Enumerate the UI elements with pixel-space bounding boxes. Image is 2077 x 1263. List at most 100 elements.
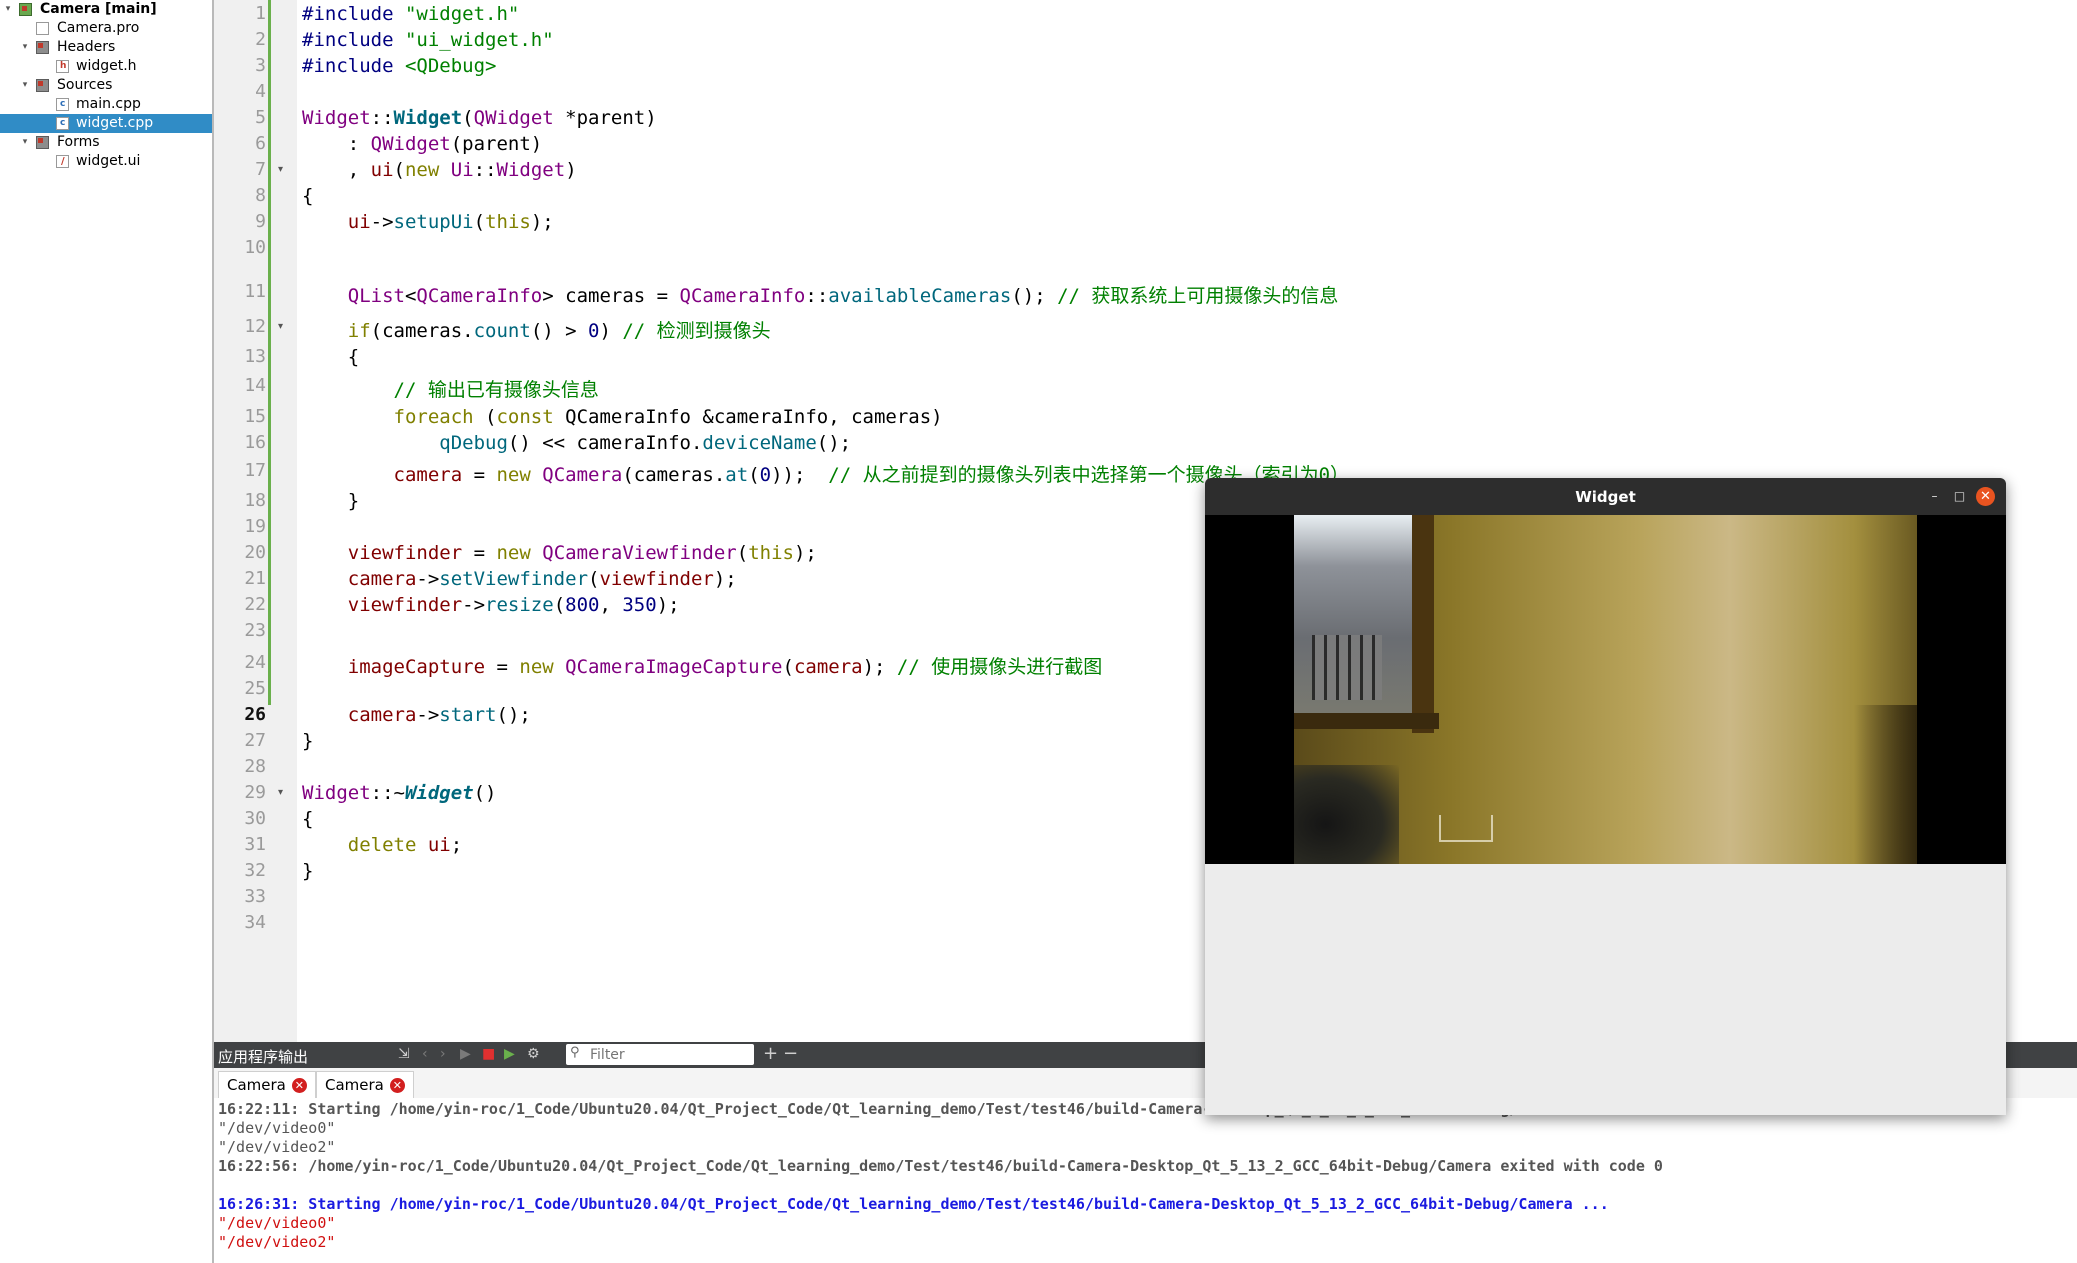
code-line: camera = new QCamera(cameras.at(0)); // … <box>302 460 1350 487</box>
filter-input[interactable] <box>588 1045 752 1065</box>
code-token: // 使用摄像头进行截图 <box>896 656 1103 678</box>
stop-icon[interactable]: ■ <box>482 1046 495 1062</box>
prev-icon[interactable]: ‹ <box>422 1046 428 1062</box>
line-number: 7 <box>255 159 266 180</box>
code-token: setViewfinder <box>439 568 589 590</box>
tree-item-sources[interactable]: ▾ Sources <box>0 76 212 95</box>
fold-marker-icon[interactable]: ▾ <box>278 787 283 798</box>
code-token: new <box>519 656 554 678</box>
tree-item-widget-ui[interactable]: widget.ui <box>0 152 212 171</box>
expand-arrow-icon[interactable]: ▾ <box>3 0 13 19</box>
line-number: 28 <box>244 756 266 777</box>
window-title: Widget <box>1575 488 1636 506</box>
close-tab-icon[interactable]: ✕ <box>389 1078 405 1093</box>
tree-item-camera-pro[interactable]: Camera.pro <box>0 19 212 38</box>
tree-item-main-cpp[interactable]: main.cpp <box>0 95 212 114</box>
line-number: 19 <box>244 516 266 537</box>
expand-arrow-icon[interactable]: ▾ <box>20 133 30 152</box>
code-token: QCameraViewfinder <box>542 542 737 564</box>
code-token: ) <box>565 159 577 181</box>
code-token: availableCameras <box>828 285 1012 307</box>
tree-item-label: Camera [main] <box>40 1 157 17</box>
code-token: { <box>302 185 314 207</box>
code-token: () > <box>530 320 589 342</box>
code-token: :: <box>473 159 497 181</box>
code-token: Widget <box>496 159 566 181</box>
close-tab-icon[interactable]: ✕ <box>291 1078 307 1093</box>
code-token: ::~ <box>370 782 405 804</box>
code-token: delete <box>347 834 417 856</box>
code-token: parent <box>576 107 646 129</box>
code-token: (); <box>496 704 531 726</box>
code-token: () << cameraInfo. <box>507 432 703 454</box>
line-number: 10 <box>244 237 266 258</box>
code-token: ); <box>713 568 737 590</box>
maximize-button[interactable]: □ <box>1950 487 1969 506</box>
code-token: ( <box>736 542 749 564</box>
output-line: 16:22:56: /home/yin-roc/1_Code/Ubuntu20.… <box>218 1157 1663 1175</box>
code-line: } <box>302 730 313 752</box>
remove-pane-button[interactable]: − <box>783 1043 798 1064</box>
add-pane-button[interactable]: + <box>763 1043 778 1064</box>
line-number: 6 <box>255 133 266 154</box>
code-token: QList <box>347 285 405 307</box>
next-icon[interactable]: › <box>440 1046 446 1062</box>
code-token: this <box>748 542 794 564</box>
code-token: ui <box>370 159 394 181</box>
run-icon[interactable]: ▶ <box>460 1046 471 1062</box>
line-number: 23 <box>244 620 266 641</box>
tree-item-label: Camera.pro <box>57 20 140 36</box>
settings-gear-icon[interactable]: ⚙ <box>527 1046 540 1062</box>
attach-icon[interactable]: ⇲ <box>398 1046 410 1062</box>
fold-marker-icon[interactable]: ▾ <box>278 164 283 175</box>
line-number: 24 <box>244 652 266 673</box>
code-token: if <box>347 320 371 342</box>
code-token: new <box>496 464 531 486</box>
output-tab-2[interactable]: Camera ✕ <box>316 1071 414 1098</box>
project-icon <box>19 3 32 16</box>
tree-item-headers[interactable]: ▾ Headers <box>0 38 212 57</box>
code-token: -> <box>416 704 440 726</box>
minimize-button[interactable]: – <box>1925 487 1944 506</box>
code-line: } <box>302 490 359 512</box>
debug-run-icon[interactable]: ▶ <box>504 1046 515 1062</box>
code-token: ) <box>599 320 623 342</box>
code-token: { <box>302 346 360 368</box>
expand-arrow-icon[interactable]: ▾ <box>20 38 30 57</box>
code-token: // 获取系统上可用摄像头的信息 <box>1057 285 1339 307</box>
code-token: <QDebug> <box>404 55 497 77</box>
code-token: count <box>473 320 531 342</box>
output-tab-1[interactable]: Camera ✕ <box>218 1071 316 1098</box>
camera-feed-dark-object <box>1294 765 1399 864</box>
filter-field[interactable]: ⚲ <box>566 1044 754 1065</box>
code-token: } <box>302 730 314 752</box>
camera-feed-image <box>1294 515 1917 864</box>
expand-arrow-icon[interactable]: ▾ <box>20 76 30 95</box>
tree-item-widget-cpp[interactable]: widget.cpp <box>0 114 212 133</box>
folder-icon <box>36 41 49 54</box>
code-token: , <box>302 159 371 181</box>
line-number: 34 <box>244 912 266 933</box>
window-title-bar[interactable]: Widget – □ ✕ <box>1205 478 2006 515</box>
code-token: (parent) <box>450 133 543 155</box>
code-token: const <box>496 406 554 428</box>
camera-feed-shadow <box>1854 705 1917 864</box>
widget-window[interactable]: Widget – □ ✕ <box>1205 478 2006 1115</box>
camera-feed-window-bars <box>1312 635 1382 700</box>
tree-item-forms[interactable]: ▾ Forms <box>0 133 212 152</box>
code-token: 0 <box>759 464 772 486</box>
code-token: camera <box>347 704 417 726</box>
folder-icon <box>36 79 49 92</box>
close-button[interactable]: ✕ <box>1976 487 1995 506</box>
application-output-text[interactable]: 16:22:11: Starting /home/yin-roc/1_Code/… <box>214 1098 2077 1263</box>
tree-item-camera-main[interactable]: ▾ Camera [main] <box>0 0 212 19</box>
tree-item-widget-h[interactable]: widget.h <box>0 57 212 76</box>
line-number: 21 <box>244 568 266 589</box>
fold-marker-icon[interactable]: ▾ <box>278 321 283 332</box>
code-line: , ui(new Ui::Widget) <box>302 159 577 181</box>
code-token: this <box>485 211 531 233</box>
code-token: // 输出已有摄像头信息 <box>393 379 599 401</box>
